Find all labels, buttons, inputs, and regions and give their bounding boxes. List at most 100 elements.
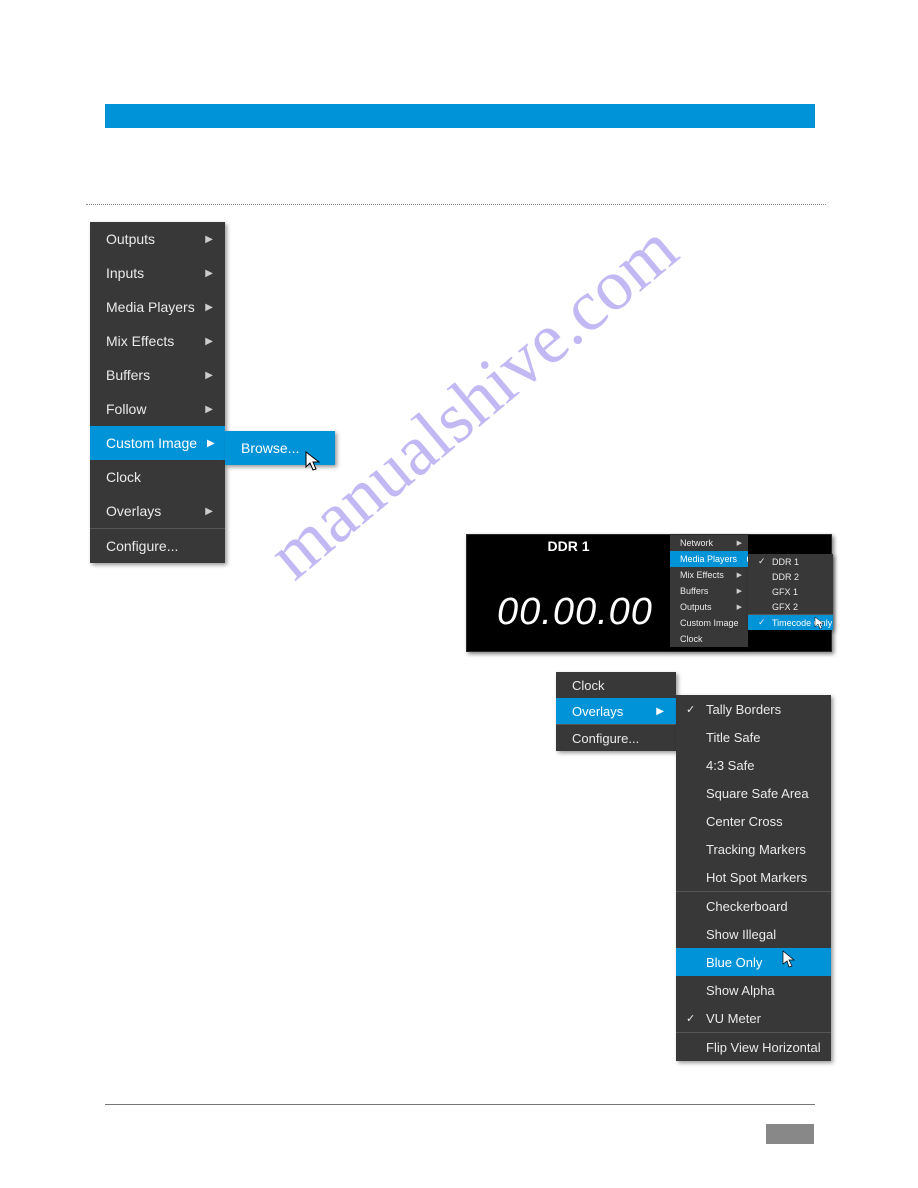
menu-item-label: Buffers <box>680 586 727 596</box>
chevron-right-icon: ▶ <box>737 587 742 595</box>
menu-item-blue-only[interactable]: Blue Only <box>676 948 831 976</box>
menu-item-network[interactable]: Network ▶ <box>670 535 748 551</box>
menu-item-label: DDR 1 <box>772 557 827 567</box>
menu-item-custom-image[interactable]: Custom Image ▶ <box>90 426 225 460</box>
menu-item-mix-effects[interactable]: Mix Effects▶ <box>670 567 748 583</box>
cursor-icon <box>782 950 798 975</box>
menu-item-overlays[interactable]: Overlays ▶ <box>556 698 676 724</box>
menu-item-label: Follow <box>106 401 195 417</box>
menu-item-label: Media Players <box>680 554 737 564</box>
menu-item-clock[interactable]: Clock <box>556 672 676 698</box>
menu-item-buffers[interactable]: Buffers ▶ <box>90 358 225 392</box>
menu-item-label: GFX 2 <box>772 602 827 612</box>
chevron-right-icon: ▶ <box>205 506 213 517</box>
header-bar <box>105 104 815 128</box>
chevron-right-icon: ▶ <box>205 234 213 245</box>
menu-item-label: Flip View Horizontal <box>706 1040 821 1055</box>
preview-title: DDR 1 <box>467 535 670 554</box>
menu-item-label: Outputs <box>106 231 195 247</box>
menu-item-vu-meter[interactable]: ✓ VU Meter <box>676 1004 831 1032</box>
menu-item-label: Outputs <box>680 602 727 612</box>
menu-item-label: Mix Effects <box>106 333 195 349</box>
context-menu-main[interactable]: Outputs▶Inputs▶Media Players▶Mix Effects… <box>90 222 225 563</box>
menu-item-outputs[interactable]: Outputs ▶ <box>90 222 225 256</box>
context-menu-overlays-parent[interactable]: Clock Overlays ▶ Configure... <box>556 672 676 751</box>
preview-panel: DDR 1 00.00.00 Network▶Media Players▶Mix… <box>466 534 832 652</box>
menu-item-media-players[interactable]: Media Players▶ <box>670 551 748 567</box>
menu-item-label: Configure... <box>572 731 664 746</box>
check-icon: ✓ <box>686 703 702 716</box>
context-menu-overlays[interactable]: ✓ Tally Borders Title Safe 4:3 Safe Square S… <box>676 695 831 1061</box>
preview-timecode: 00.00.00 <box>497 591 653 634</box>
menu-item-label: Overlays <box>572 704 646 719</box>
menu-item-label: Mix Effects <box>680 570 727 580</box>
menu-item-square-safe-area[interactable]: Square Safe Area <box>676 779 831 807</box>
check-icon: ✓ <box>758 556 768 567</box>
menu-item-configure-[interactable]: Configure... <box>556 725 676 751</box>
menu-item-label: Tracking Markers <box>706 842 819 857</box>
menu-item-label: Show Alpha <box>706 983 819 998</box>
menu-item-tracking-markers[interactable]: Tracking Markers <box>676 835 831 863</box>
menu-item-label: Center Cross <box>706 814 819 829</box>
menu-item-custom-image[interactable]: Custom Image▶ <box>670 615 748 631</box>
menu-item-title-safe[interactable]: Title Safe <box>676 723 831 751</box>
menu-item-outputs[interactable]: Outputs▶ <box>670 599 748 615</box>
menu-item-label: Square Safe Area <box>706 786 819 801</box>
menu-item-inputs[interactable]: Inputs ▶ <box>90 256 225 290</box>
chevron-right-icon: ▶ <box>205 370 213 381</box>
chevron-right-icon: ▶ <box>205 336 213 347</box>
menu-item-label: Buffers <box>106 367 195 383</box>
menu-item-label: Media Players <box>106 299 195 315</box>
menu-item-label: VU Meter <box>706 1011 819 1026</box>
menu-item-label: Clock <box>680 634 742 644</box>
menu-item-label: Clock <box>106 469 213 485</box>
menu-item-label: Checkerboard <box>706 899 819 914</box>
check-icon: ✓ <box>686 1012 702 1025</box>
menu-item-label: Custom Image <box>106 435 197 451</box>
cursor-icon <box>814 616 826 634</box>
menu-item-hot-spot-markers[interactable]: Hot Spot Markers <box>676 863 831 891</box>
menu-item-label: Title Safe <box>706 730 819 745</box>
menu-item-4-3-safe[interactable]: 4:3 Safe <box>676 751 831 779</box>
menu-item-label: Inputs <box>106 265 195 281</box>
menu-item-ddr-1[interactable]: ✓ DDR 1 <box>748 554 833 569</box>
menu-item-label: Clock <box>572 678 664 693</box>
menu-item-configure-[interactable]: Configure... <box>90 529 225 563</box>
chevron-right-icon: ▶ <box>205 404 213 415</box>
menu-item-follow[interactable]: Follow ▶ <box>90 392 225 426</box>
menu-item-label: Tally Borders <box>706 702 819 717</box>
menu-item-label: Custom Image <box>680 618 739 628</box>
menu-item-label: Network <box>680 538 727 548</box>
menu-item-label: Blue Only <box>706 955 819 970</box>
menu-item-gfx-1[interactable]: GFX 1 <box>748 584 833 599</box>
menu-item-mix-effects[interactable]: Mix Effects ▶ <box>90 324 225 358</box>
divider-dotted <box>86 204 826 205</box>
chevron-right-icon: ▶ <box>205 302 213 313</box>
menu-item-label: Show Illegal <box>706 927 819 942</box>
menu-item-label: Hot Spot Markers <box>706 870 819 885</box>
menu-item-clock[interactable]: Clock <box>670 631 748 647</box>
menu-item-label: 4:3 Safe <box>706 758 819 773</box>
menu-item-show-illegal[interactable]: Show Illegal <box>676 920 831 948</box>
menu-item-label: Overlays <box>106 503 195 519</box>
menu-item-ddr-2[interactable]: DDR 2 <box>748 569 833 584</box>
menu-item-label: DDR 2 <box>772 572 827 582</box>
chevron-right-icon: ▶ <box>737 539 742 547</box>
menu-item-clock[interactable]: Clock <box>90 460 225 494</box>
menu-item-checkerboard[interactable]: Checkerboard <box>676 892 831 920</box>
menu-item-gfx-2[interactable]: GFX 2 <box>748 599 833 614</box>
menu-item-center-cross[interactable]: Center Cross <box>676 807 831 835</box>
check-icon: ✓ <box>758 617 768 628</box>
menu-item-buffers[interactable]: Buffers ▶ <box>670 583 748 599</box>
menu-item-media-players[interactable]: Media Players ▶ <box>90 290 225 324</box>
context-menu-preview[interactable]: Network▶Media Players▶Mix Effects▶Buffer… <box>670 535 748 647</box>
chevron-right-icon: ▶ <box>207 438 215 449</box>
menu-item-overlays[interactable]: Overlays ▶ <box>90 494 225 528</box>
footer-divider <box>105 1104 815 1105</box>
menu-item-tally-borders[interactable]: ✓ Tally Borders <box>676 695 831 723</box>
page-number-box <box>766 1124 814 1144</box>
menu-item-show-alpha[interactable]: Show Alpha <box>676 976 831 1004</box>
menu-item-flip-view-horizontal[interactable]: Flip View Horizontal <box>676 1033 831 1061</box>
chevron-right-icon: ▶ <box>656 706 664 717</box>
chevron-right-icon: ▶ <box>205 268 213 279</box>
